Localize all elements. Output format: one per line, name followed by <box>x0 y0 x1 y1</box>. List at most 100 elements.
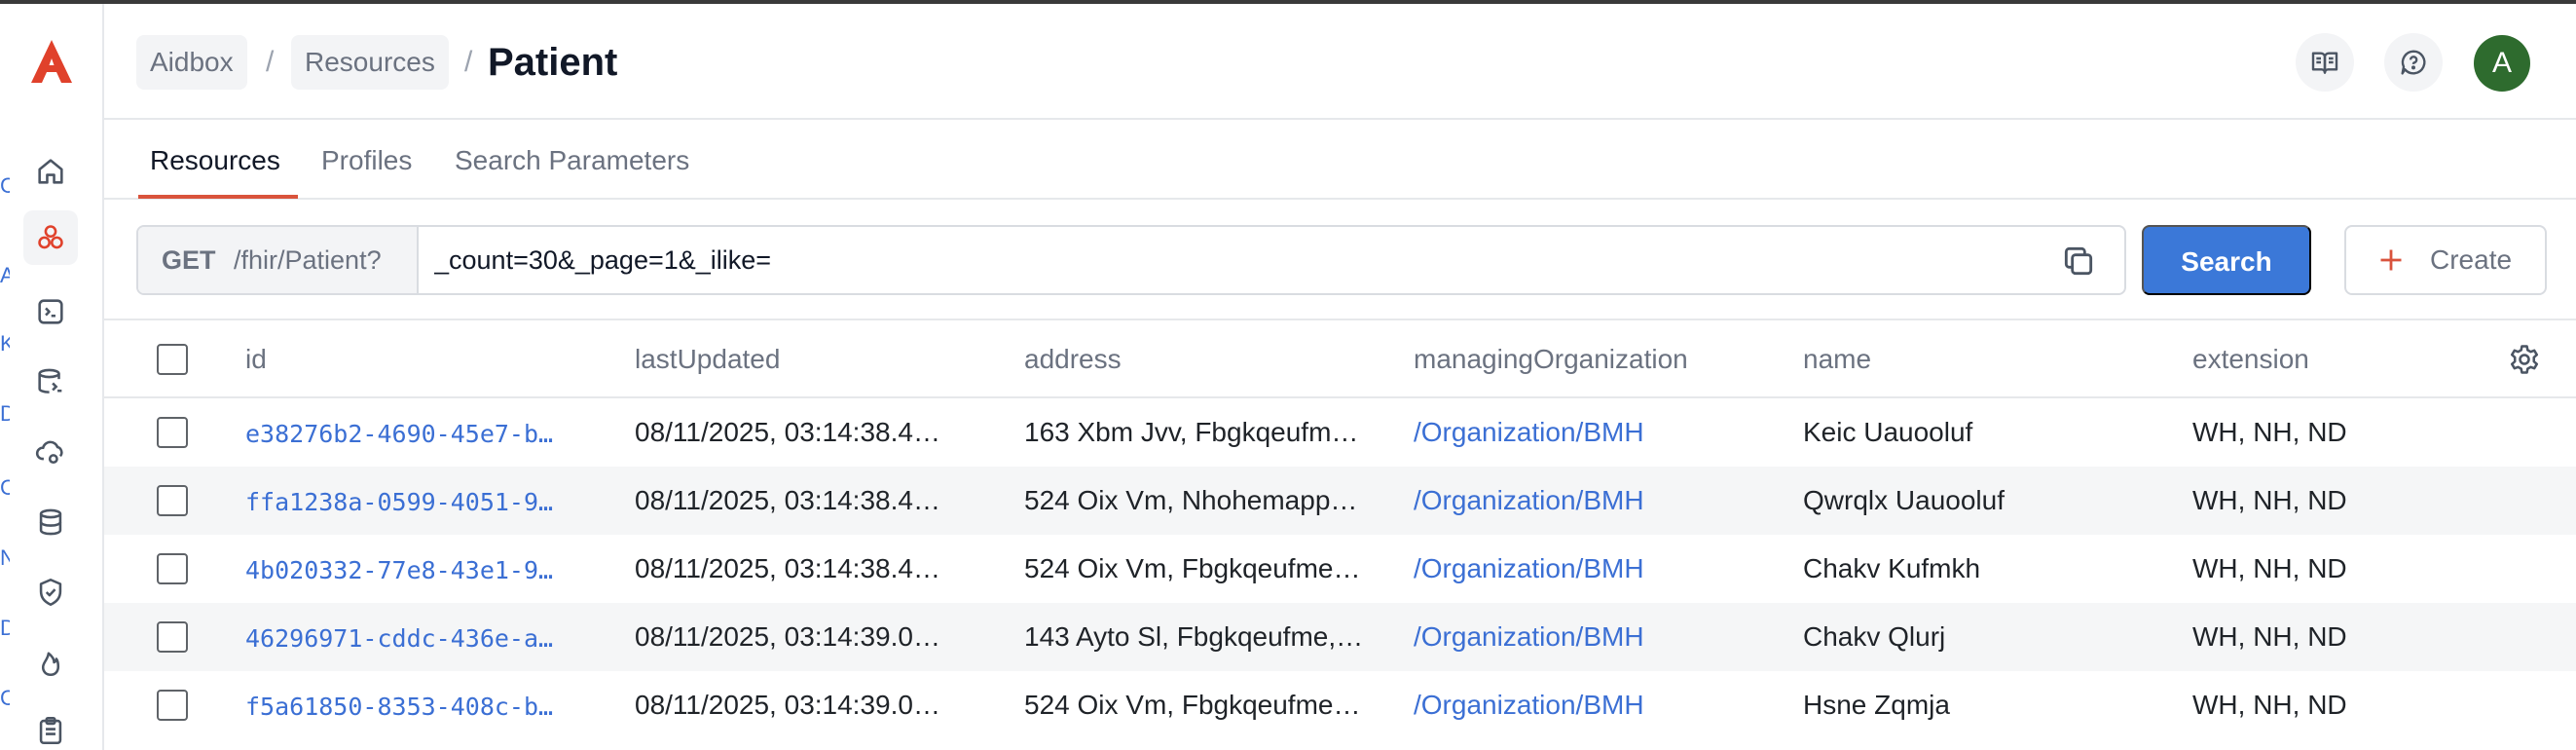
active-tab-indicator <box>138 195 298 199</box>
cell-address: 524 Oix Vm, Nhohemapp… <box>1024 485 1358 515</box>
breadcrumb-separator: / <box>266 46 275 78</box>
tab-resources[interactable]: Resources <box>150 141 280 180</box>
cell-id[interactable]: e38276b2-4690-45e7-b… <box>245 416 606 453</box>
copy-icon[interactable] <box>2060 243 2097 280</box>
cell-address: 163 Xbm Jvv, Fbgkqeufm… <box>1024 417 1359 447</box>
cell-lastupdated: 08/11/2025, 03:14:39.0… <box>635 690 940 720</box>
cell-name: Hsne Zqmja <box>1803 690 1950 720</box>
cell-lastupdated: 08/11/2025, 03:14:38.4… <box>635 417 940 447</box>
tab-search-parameters[interactable]: Search Parameters <box>455 141 689 180</box>
cell-address: 524 Oix Vm, Fbgkqeufme… <box>1024 690 1361 720</box>
create-button[interactable]: Create <box>2344 225 2547 295</box>
shield-icon <box>39 578 62 607</box>
fire-icon <box>41 652 60 677</box>
cell-managing-organization[interactable]: /Organization/BMH <box>1414 550 1784 587</box>
resources-icon <box>38 225 63 249</box>
column-header-lastupdated[interactable]: lastUpdated <box>635 342 780 377</box>
table-row[interactable]: 4b020332-77e8-43e1-9… 08/11/2025, 03:14:… <box>104 535 2576 603</box>
cell-extension: WH, NH, ND <box>2192 690 2347 720</box>
edge-fragment: C <box>0 173 10 198</box>
row-checkbox[interactable] <box>157 553 188 584</box>
table-row[interactable]: ffa1238a-0599-4051-9… 08/11/2025, 03:14:… <box>104 467 2576 535</box>
cell-name: Qwrqlx Uauooluf <box>1803 485 2005 515</box>
user-avatar[interactable]: A <box>2474 35 2530 92</box>
database-icon <box>39 508 62 536</box>
cell-lastupdated: 08/11/2025, 03:14:38.4… <box>635 553 940 583</box>
aidbox-logo-icon[interactable] <box>27 37 76 86</box>
tab-bar: Resources Profiles Search Parameters <box>104 120 2576 200</box>
cell-id[interactable]: 4b020332-77e8-43e1-9… <box>245 552 606 589</box>
base-path: /fhir/Patient? <box>234 245 382 275</box>
column-header-managingorganization[interactable]: managingOrganization <box>1414 342 1688 377</box>
edge-fragment: N <box>0 545 10 570</box>
row-checkbox[interactable] <box>157 485 188 516</box>
cell-id[interactable]: 46296971-cddc-436e-a… <box>245 620 606 657</box>
select-all-checkbox[interactable] <box>157 344 188 375</box>
search-button[interactable]: Search <box>2142 225 2311 295</box>
help-chat-icon <box>2401 50 2426 75</box>
table-row[interactable]: e38276b2-4690-45e7-b… 08/11/2025, 03:14:… <box>104 398 2576 467</box>
column-header-address[interactable]: address <box>1024 342 1122 377</box>
gear-icon[interactable] <box>2507 342 2542 377</box>
cell-managing-organization[interactable]: /Organization/BMH <box>1414 687 1784 724</box>
table-row[interactable]: 46296971-cddc-436e-a… 08/11/2025, 03:14:… <box>104 603 2576 671</box>
sidebar-item-resources[interactable] <box>23 210 78 265</box>
column-header-name[interactable]: name <box>1803 342 1871 377</box>
page-title: Patient <box>488 41 618 84</box>
cloud-settings-icon <box>35 440 63 465</box>
sidebar-item-fhir[interactable] <box>23 635 78 690</box>
cell-managing-organization[interactable]: /Organization/BMH <box>1414 619 1784 656</box>
docs-button[interactable] <box>2296 33 2354 92</box>
cell-extension: WH, NH, ND <box>2192 485 2347 515</box>
search-query-bar: GET /fhir/Patient? <box>136 225 2126 295</box>
cell-extension: WH, NH, ND <box>2192 417 2347 447</box>
cell-id[interactable]: ffa1238a-0599-4051-9… <box>245 484 606 521</box>
cell-address: 143 Ayto Sl, Fbgkqeufme,… <box>1024 621 1364 652</box>
clipboard-icon <box>39 716 62 745</box>
create-button-label: Create <box>2430 244 2513 275</box>
breadcrumb-aidbox[interactable]: Aidbox <box>136 35 247 90</box>
cell-name: Keic Uauooluf <box>1803 417 1973 447</box>
breadcrumb-separator: / <box>464 46 473 78</box>
row-checkbox[interactable] <box>157 417 188 448</box>
column-header-id[interactable]: id <box>245 342 267 377</box>
book-icon <box>2311 52 2338 74</box>
sidebar-item-db-console[interactable] <box>23 355 78 409</box>
page-header: Aidbox / Resources / Patient A <box>104 4 2576 120</box>
terminal-icon <box>38 299 63 324</box>
row-checkbox[interactable] <box>157 621 188 653</box>
edge-fragment: A <box>0 263 10 287</box>
cell-id[interactable]: f5a61850-8353-408c-b… <box>245 689 606 726</box>
sidebar-item-security[interactable] <box>23 565 78 619</box>
sidebar-item-home[interactable] <box>23 144 78 199</box>
cell-managing-organization[interactable]: /Organization/BMH <box>1414 414 1784 451</box>
cell-name: Chakv Kufmkh <box>1803 553 1981 583</box>
cell-name: Chakv Qlurj <box>1803 621 1946 652</box>
table-header: id lastUpdated address managingOrganizat… <box>104 319 2576 398</box>
table-row[interactable]: f5a61850-8353-408c-b… 08/11/2025, 03:14:… <box>104 671 2576 739</box>
cell-managing-organization[interactable]: /Organization/BMH <box>1414 482 1784 519</box>
row-checkbox[interactable] <box>157 690 188 721</box>
search-query-input[interactable] <box>434 237 2031 283</box>
cell-lastupdated: 08/11/2025, 03:14:38.4… <box>635 485 940 515</box>
breadcrumb-resources[interactable]: Resources <box>291 35 449 90</box>
sidebar-item-cloud-settings[interactable] <box>23 425 78 479</box>
query-prefix: GET /fhir/Patient? <box>138 227 419 293</box>
tab-profiles[interactable]: Profiles <box>321 141 412 180</box>
cell-address: 524 Oix Vm, Fbgkqeufme… <box>1024 553 1361 583</box>
sidebar: C A K D C N D C <box>0 4 104 750</box>
support-button[interactable] <box>2384 33 2443 92</box>
edge-fragment: C <box>0 686 10 710</box>
plus-icon <box>2380 249 2402 271</box>
edge-fragment: K <box>0 331 10 356</box>
home-icon <box>38 159 63 184</box>
column-header-extension[interactable]: extension <box>2192 342 2309 377</box>
cell-lastupdated: 08/11/2025, 03:14:39.0… <box>635 621 940 652</box>
sidebar-item-rest-console[interactable] <box>23 284 78 339</box>
cell-extension: WH, NH, ND <box>2192 621 2347 652</box>
sidebar-item-database[interactable] <box>23 495 78 549</box>
edge-fragment: C <box>0 475 10 500</box>
edge-fragment: D <box>0 616 10 640</box>
sidebar-item-forms[interactable] <box>23 703 78 750</box>
edge-fragment: D <box>0 401 10 426</box>
